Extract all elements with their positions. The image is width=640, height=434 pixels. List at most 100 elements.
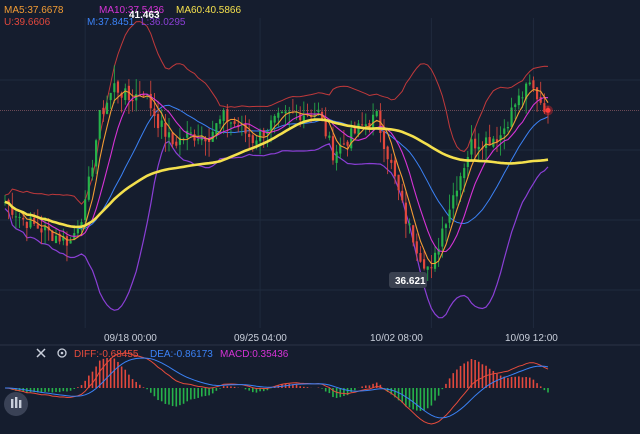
- candle-body: [22, 217, 25, 220]
- candle-body: [273, 115, 276, 123]
- candle-body: [532, 80, 535, 89]
- candle: [401, 183, 404, 203]
- candle-body: [116, 81, 120, 93]
- candle-body: [441, 228, 444, 247]
- candle-body: [506, 126, 509, 129]
- candle-body: [222, 109, 225, 121]
- candle-body: [503, 128, 506, 134]
- candle-body: [423, 259, 426, 269]
- candle-body: [342, 143, 346, 145]
- candle-body: [87, 176, 90, 200]
- candle-body: [335, 151, 338, 163]
- candle: [477, 133, 480, 161]
- candle: [244, 115, 247, 143]
- candle-body: [105, 102, 109, 114]
- candle-body: [528, 82, 531, 85]
- candle: [404, 191, 407, 238]
- candle: [189, 126, 192, 138]
- candle-body: [226, 109, 229, 123]
- candle-body: [277, 112, 280, 118]
- low-price-label: 36.621: [395, 276, 426, 287]
- candle-body: [397, 174, 400, 191]
- candle-body: [113, 83, 116, 93]
- candle-body: [156, 114, 160, 129]
- x-tick-label: 10/09 12:00: [505, 333, 558, 344]
- candle: [58, 231, 61, 245]
- candle-body: [171, 132, 174, 145]
- candle-body: [84, 199, 87, 221]
- candle-body: [535, 87, 539, 100]
- candle: [95, 138, 98, 174]
- candle: [423, 250, 426, 271]
- candle-body: [69, 240, 72, 244]
- candle: [240, 115, 243, 136]
- candle-body: [25, 221, 28, 229]
- candle: [266, 128, 269, 148]
- gear-icon[interactable]: [57, 348, 67, 358]
- candle: [503, 119, 506, 150]
- candle: [514, 103, 517, 120]
- candle: [444, 222, 448, 242]
- candle-body: [404, 202, 407, 224]
- ma60-line: [4, 118, 549, 229]
- bollinger-bands: [4, 21, 549, 319]
- candle: [131, 89, 134, 112]
- candlestick-chart: MA5:37.6678 MA10:37.5436 MA60:40.5866 U:…: [0, 0, 640, 434]
- candle: [313, 102, 316, 121]
- candle: [415, 233, 418, 262]
- ma5-line: [4, 88, 549, 265]
- candle-body: [514, 104, 517, 107]
- candle-body: [357, 123, 360, 135]
- candle: [207, 128, 211, 157]
- candle: [116, 79, 120, 104]
- candle-body: [474, 138, 477, 149]
- candle: [222, 108, 225, 134]
- drawing-tool-button[interactable]: [4, 392, 28, 416]
- x-tick-label: 10/02 08:00: [370, 333, 423, 344]
- candle: [109, 92, 112, 109]
- candle: [3, 194, 7, 206]
- candle-body: [248, 134, 251, 137]
- legend-dea: DEA:-0.86173: [150, 349, 213, 360]
- candle-body: [197, 139, 200, 141]
- candle-body: [98, 109, 101, 139]
- candle-body: [40, 228, 43, 233]
- candle-body: [18, 216, 21, 219]
- candle: [488, 124, 491, 145]
- candle: [335, 144, 338, 171]
- candle-body: [54, 235, 58, 244]
- candle-body: [466, 157, 469, 167]
- candle: [448, 194, 451, 229]
- candle-body: [426, 266, 429, 270]
- candle: [91, 159, 94, 181]
- candle-body: [364, 124, 367, 127]
- candle: [328, 131, 331, 141]
- candle: [484, 131, 488, 164]
- candle-body: [361, 124, 364, 126]
- candle-body: [36, 224, 39, 229]
- candle-body: [433, 252, 437, 269]
- candle-body: [448, 209, 451, 223]
- candle-body: [459, 176, 462, 191]
- candle-body: [470, 139, 473, 155]
- candle-body: [193, 134, 196, 141]
- candle-body: [455, 190, 458, 197]
- candle: [517, 88, 520, 110]
- candle: [339, 137, 342, 159]
- candle: [390, 153, 393, 170]
- candle: [361, 112, 364, 127]
- candle-body: [160, 120, 163, 127]
- candle-body: [488, 137, 491, 145]
- close-icon[interactable]: [36, 348, 46, 358]
- low-price-badge: 36.621: [389, 272, 427, 288]
- candle: [175, 136, 178, 149]
- candle: [215, 122, 218, 140]
- legend-mid: M:37.8451: [87, 17, 135, 28]
- diff-line: [4, 352, 549, 425]
- candle: [178, 128, 182, 156]
- candle-body: [76, 229, 79, 234]
- candle-body: [95, 140, 98, 167]
- candle-body: [324, 119, 327, 137]
- candle-body: [452, 195, 455, 209]
- candle: [506, 121, 509, 133]
